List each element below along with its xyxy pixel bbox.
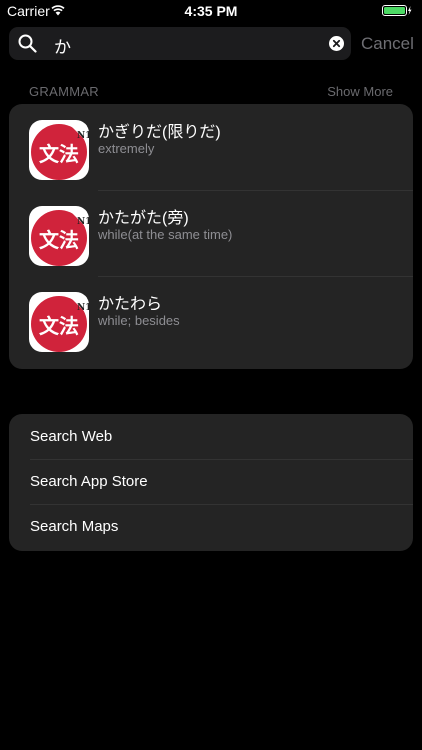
search-app-store-button[interactable]: Search App Store [9,459,413,504]
app-icon-kanji: 文法 [39,228,79,252]
search-icon [18,34,37,53]
result-title: かぎりだ(限りだ) [98,124,221,141]
cancel-button[interactable]: Cancel [361,34,414,54]
app-icon-level: N1 [77,131,89,141]
search-web-button[interactable]: Search Web [9,414,413,459]
grammar-results-card: N1 文法 かぎりだ(限りだ) extremely N1 文法 かたがた(旁) … [9,104,413,369]
search-actions-card: Search Web Search App Store Search Maps [9,414,413,551]
app-icon-kanji: 文法 [39,314,79,338]
grammar-result-row[interactable]: N1 文法 かぎりだ(限りだ) extremely [9,104,413,190]
result-subtitle: extremely [98,141,155,156]
app-icon-level: N1 [77,217,89,227]
result-subtitle: while; besides [98,313,180,328]
search-maps-button[interactable]: Search Maps [9,504,413,549]
battery-icon [382,5,412,16]
result-title: かたわら [98,296,163,313]
app-icon-kanji: 文法 [39,142,79,166]
search-field[interactable]: か [9,27,351,60]
clear-icon[interactable] [329,36,344,51]
grammar-app-icon: N1 文法 [29,206,89,266]
result-subtitle: while(at the same time) [98,227,233,242]
status-time: 4:35 PM [184,3,238,19]
result-title: かたがた(旁) [98,210,189,227]
search-query-text[interactable]: か [54,33,71,58]
status-bar: Carrier 4:35 PM [0,0,422,22]
app-icon-level: N1 [77,303,89,313]
grammar-result-row[interactable]: N1 文法 かたわら while; besides [9,276,413,362]
grammar-app-icon: N1 文法 [29,120,89,180]
section-title: GRAMMAR [29,84,99,99]
show-more-button[interactable]: Show More [327,84,393,99]
grammar-app-icon: N1 文法 [29,292,89,352]
grammar-result-row[interactable]: N1 文法 かたがた(旁) while(at the same time) [9,190,413,276]
